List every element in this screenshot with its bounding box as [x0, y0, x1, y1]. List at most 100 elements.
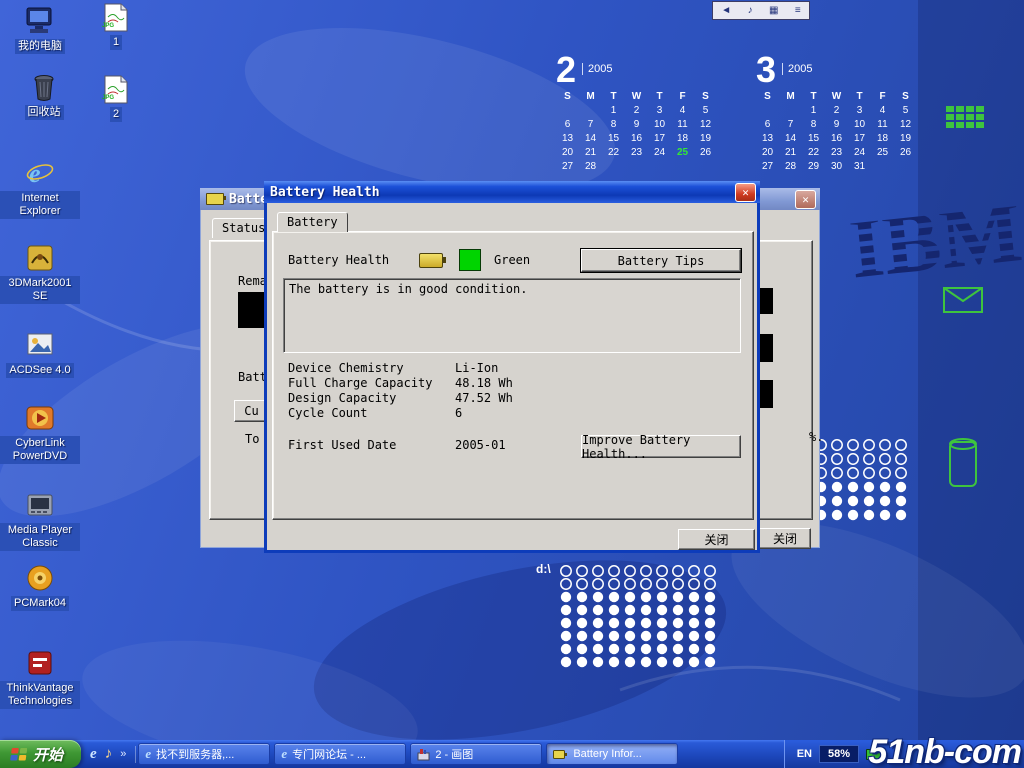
jpg-file-icon: JPG [99, 2, 133, 32]
calendar-date [602, 161, 625, 175]
desktop-icon-acdsee[interactable]: ACDSee 4.0 [0, 330, 80, 378]
taskbar-item-battery-information[interactable]: Battery Infor... [546, 743, 678, 765]
start-label: 开始 [33, 744, 63, 765]
battery-percent-indicator[interactable]: 58% [819, 745, 859, 763]
language-indicator[interactable]: EN [797, 748, 812, 760]
desktop-icon-internet-explorer[interactable]: e Internet Explorer [0, 158, 80, 219]
calendar-date: 18 [671, 133, 694, 147]
calendar-date: 8 [602, 119, 625, 133]
internet-explorer-icon: e [145, 746, 151, 762]
calendar-date: 16 [825, 133, 848, 147]
calendar-date [556, 105, 579, 119]
desktop-icon-pcmark04[interactable]: PCMark04 [0, 563, 80, 611]
calendar-date: 31 [848, 161, 871, 175]
field-value: 2005-01 [455, 438, 506, 452]
display-icon[interactable]: ▦ [769, 6, 778, 16]
calendar-date: 8 [802, 119, 825, 133]
desktop-icon-thinkvantage[interactable]: ThinkVantage Technologies [0, 648, 80, 709]
powerdvd-icon [23, 403, 57, 433]
ibm-logo: IBM [845, 183, 1024, 296]
calendar-date: 20 [756, 147, 779, 161]
calendar-date: 21 [579, 147, 602, 161]
icon-label: ACDSee 4.0 [6, 363, 73, 378]
jpg-file-icon: JPG [99, 74, 133, 104]
calendar-date: 12 [894, 119, 917, 133]
calendar-date: 29 [802, 161, 825, 175]
quick-launch: e ♪ » [81, 746, 136, 763]
icon-label: Media Player Classic [0, 523, 80, 551]
media-icon[interactable]: ♪ [105, 746, 113, 763]
calendar-date: 25 [671, 147, 694, 161]
close-button[interactable]: 关闭 [678, 529, 755, 550]
desktop-file-1[interactable]: JPG 1 [86, 2, 146, 50]
calendar-date: 16 [625, 133, 648, 147]
battery-icon [419, 253, 443, 268]
condition-text: The battery is in good condition. [289, 282, 527, 296]
file-label: 2 [110, 107, 122, 122]
start-button[interactable]: 开始 [0, 740, 81, 768]
calendar-date: 20 [556, 147, 579, 161]
note-icon[interactable]: ♪ [748, 6, 753, 16]
svg-text:IBM: IBM [845, 183, 1024, 296]
improve-battery-health-button[interactable]: Improve Battery Health... [581, 435, 741, 458]
desktop-file-2[interactable]: JPG 2 [86, 74, 146, 122]
internet-explorer-icon: e [23, 158, 57, 188]
calendar-date: 28 [779, 161, 802, 175]
taskbar-item-forum[interactable]: e 专门网论坛 - ... [274, 743, 406, 765]
close-button[interactable]: 关闭 [759, 528, 811, 549]
desktop-icon-3dmark2001[interactable]: 3DMark2001 SE [0, 243, 80, 304]
calendar-day-header: F [871, 91, 894, 105]
calendar-date: 3 [848, 105, 871, 119]
field-row: Cycle Count6 [288, 406, 462, 420]
calendar-day-header: S [556, 91, 579, 105]
desktop-icon-my-computer[interactable]: 我的电脑 [0, 6, 80, 54]
calendar-date [779, 105, 802, 119]
icon-label: Internet Explorer [0, 191, 80, 219]
battery-icon [206, 193, 224, 205]
recycle-bin-icon [27, 72, 61, 102]
calendar-day-header: S [894, 91, 917, 105]
icon-label: 我的电脑 [15, 39, 65, 54]
calendar-date: 10 [848, 119, 871, 133]
calendar-date: 19 [694, 133, 717, 147]
desktop: IBM ◄ ♪ ▦ ≡ 2 2005 SMTWTFS12345678910111… [0, 0, 1024, 768]
battery-health-body: Battery Battery Health Green Battery Tip… [264, 203, 760, 553]
chevron-right-icon[interactable]: » [120, 748, 126, 760]
close-icon[interactable]: ✕ [795, 190, 816, 209]
battery-icon [553, 749, 568, 760]
calendar-date: 3 [648, 105, 671, 119]
taskbar-item-paint[interactable]: 2 - 画图 [410, 743, 542, 765]
calendar-date: 5 [894, 105, 917, 119]
desktop-icon-media-player-classic[interactable]: Media Player Classic [0, 490, 80, 551]
field-row: Full Charge Capacity48.18 Wh [288, 376, 513, 390]
volume-icon[interactable]: ◄ [721, 6, 731, 16]
calendar-date: 7 [779, 119, 802, 133]
calendar-date: 19 [894, 133, 917, 147]
acdsee-icon [23, 330, 57, 360]
calendar-date [648, 161, 671, 175]
field-label: Cycle Count [288, 406, 455, 420]
calendar-date [671, 161, 694, 175]
desktop-icon-recycle-bin[interactable]: 回收站 [4, 72, 84, 120]
internet-explorer-icon[interactable]: e [90, 746, 97, 763]
task-label: 2 - 画图 [435, 746, 473, 762]
icon-label: PCMark04 [11, 596, 69, 611]
icon-label: 回收站 [25, 105, 64, 120]
battery-health-titlebar[interactable]: Battery Health ✕ [264, 181, 760, 203]
paint-icon [417, 748, 430, 761]
tab-battery[interactable]: Battery [277, 212, 348, 232]
calendar-day-header: W [825, 91, 848, 105]
menu-icon[interactable]: ≡ [795, 6, 801, 16]
file-label: 1 [110, 35, 122, 50]
close-icon[interactable]: ✕ [735, 183, 756, 202]
desktop-icon-powerdvd[interactable]: CyberLink PowerDVD [0, 403, 80, 464]
calendar-date: 2 [825, 105, 848, 119]
icon-label: 3DMark2001 SE [0, 276, 80, 304]
floating-toolbar[interactable]: ◄ ♪ ▦ ≡ [712, 1, 810, 20]
calendar-day-header: M [779, 91, 802, 105]
battery-health-window[interactable]: Battery Health ✕ Battery Battery Health … [264, 181, 760, 553]
field-value: 47.52 Wh [455, 391, 513, 405]
battery-tips-button[interactable]: Battery Tips [581, 249, 741, 272]
taskbar-item-server-not-found[interactable]: e 找不到服务器,... [138, 743, 270, 765]
calendar-date [756, 105, 779, 119]
